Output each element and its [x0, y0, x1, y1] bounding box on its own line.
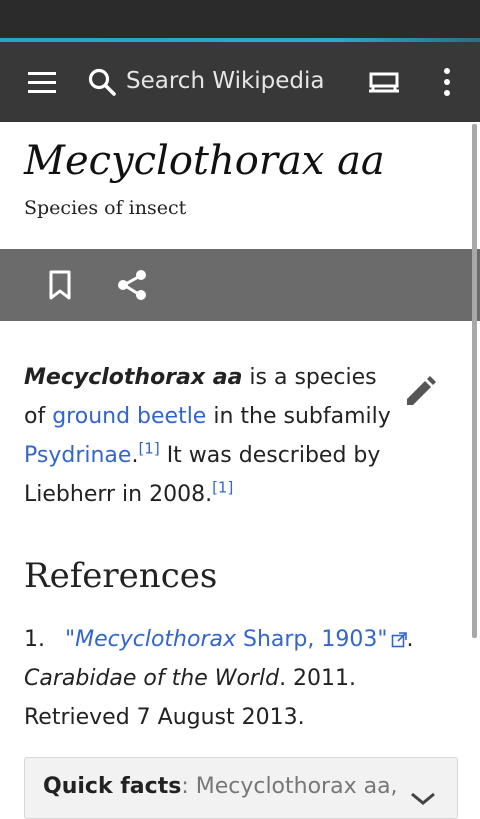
share-button[interactable]	[112, 265, 152, 305]
page-title: Mecyclothorax aa	[24, 138, 385, 184]
page-action-bar	[0, 249, 480, 321]
edit-pencil-icon[interactable]	[400, 372, 440, 412]
link-ground-beetle[interactable]: ground beetle	[52, 404, 206, 429]
citation-link[interactable]: [1]	[138, 440, 159, 458]
bookmark-button[interactable]	[40, 265, 80, 305]
link-psydrinae[interactable]: Psydrinae	[24, 443, 131, 468]
references-list: 1. "Mecyclothorax Sharp, 1903". Carabidae…	[24, 620, 454, 737]
search-placeholder: Search Wikipedia	[126, 68, 325, 94]
citation-link[interactable]: [1]	[212, 479, 233, 497]
top-toolbar: Search Wikipedia	[0, 42, 480, 122]
reference-item: 1. "Mecyclothorax Sharp, 1903". Carabidae…	[24, 627, 414, 730]
quick-facts-box[interactable]: Quick facts: Mecyclothorax aa,	[24, 757, 458, 819]
references-heading: References	[24, 556, 218, 596]
intro-paragraph: Mecyclothorax aa is a species of ground …	[24, 365, 391, 507]
share-icon	[118, 270, 146, 300]
search-bar[interactable]: Search Wikipedia	[86, 60, 386, 104]
more-vert-icon[interactable]	[430, 64, 464, 100]
scrollbar[interactable]	[472, 124, 477, 638]
quick-facts-label: Quick facts	[43, 774, 182, 799]
page-description: Species of insect	[24, 197, 187, 219]
reference-link[interactable]: "Mecyclothorax Sharp, 1903"	[65, 627, 407, 652]
bold-species-name: Mecyclothorax aa	[24, 365, 243, 390]
tabs-icon[interactable]	[364, 64, 404, 100]
external-link-icon	[391, 632, 407, 648]
chevron-down-icon	[411, 792, 435, 805]
search-icon	[88, 68, 116, 96]
quick-facts-summary: Mecyclothorax aa,	[195, 774, 398, 799]
status-bar	[0, 0, 480, 38]
hamburger-menu-icon[interactable]	[24, 64, 60, 100]
bookmark-icon	[49, 270, 71, 300]
